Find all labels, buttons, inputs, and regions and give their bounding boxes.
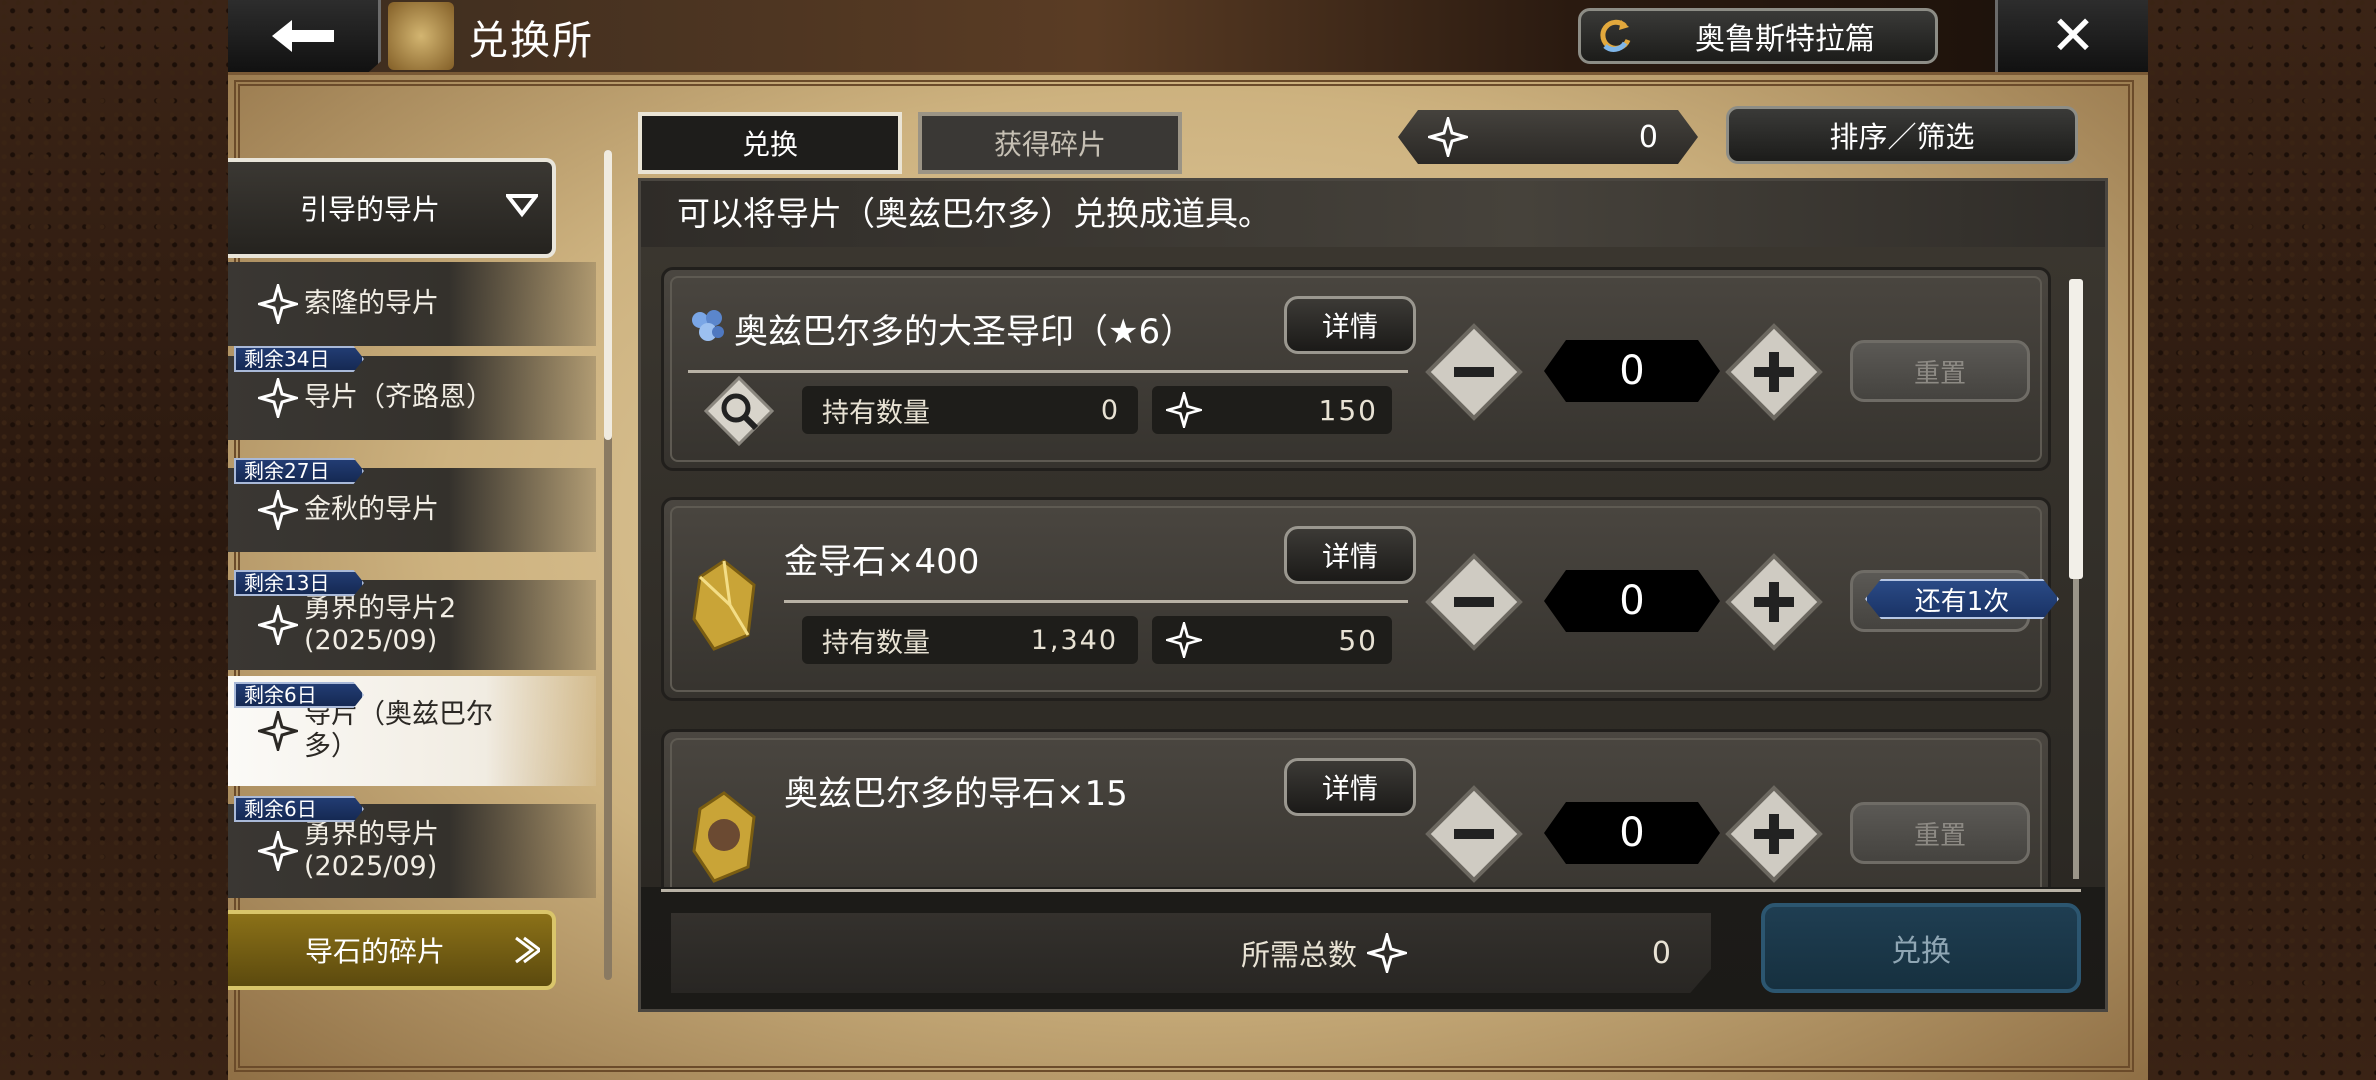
increase-button[interactable] [1724,784,1824,884]
days-remaining-badge: 剩余34日 [234,346,364,372]
held-quantity: 持有数量 1,340 [802,616,1138,664]
days-remaining-badge: 剩余6日 [234,796,364,822]
quantity-value: 0 [1544,570,1720,632]
gold-stone-icon [692,559,756,651]
sparkle-icon [258,490,298,530]
refresh-icon [1600,19,1631,52]
panel-description: 可以将导片（奥兹巴尔多）兑换成道具。 [641,181,2105,247]
sparkle-icon [258,378,298,418]
cost-value: 50 [1338,623,1378,657]
sparkle-icon [1166,622,1202,658]
back-button[interactable] [228,0,381,72]
held-label: 持有数量 [822,627,930,659]
page-title: 兑换所 [468,18,594,64]
sparkle-icon [1166,392,1202,428]
sparkle-icon [1367,933,1408,973]
exchange-emblem-icon [388,2,454,70]
total-cost-bar: 所需总数 0 [671,913,1711,993]
scrollbar-thumb[interactable] [2069,279,2083,579]
reset-button[interactable]: 重置 [1850,340,2030,402]
days-remaining-badge: 剩余27日 [234,458,364,484]
category-scrollbar[interactable] [604,150,612,980]
sparkle-icon [258,284,298,324]
left-background [0,0,228,1080]
increase-button[interactable] [1724,322,1824,422]
divider [688,370,1408,373]
portrait-stone-icon [692,791,756,883]
category-list: 引导的导片 索隆的导片 导片（齐路恩） 剩余34日 金秋的导片 剩余27日 勇界… [228,150,608,990]
sparkle-icon [258,605,298,645]
chevron-down-icon [506,194,538,218]
held-label: 持有数量 [822,397,930,429]
days-remaining-badge: 剩余6日 [234,682,364,708]
close-button[interactable]: ✕ [1995,0,2148,72]
chapter-select-button[interactable]: 奥鲁斯特拉篇 [1578,8,1938,64]
blue-crystal-icon [692,310,724,341]
sparkle-icon [258,831,298,871]
category-header-guide-shards[interactable]: 引导的导片 [228,158,556,258]
cost-value: 150 [1318,393,1378,427]
chapter-label: 奥鲁斯特拉篇 [1695,22,1875,57]
quantity-value: 0 [1544,802,1720,864]
exchange-panel: 可以将导片（奥兹巴尔多）兑换成道具。 奥兹巴尔多的大圣导印（★6） 详情 持有数… [638,178,2108,1012]
fragment-count-value: 0 [1638,119,1658,155]
sidebar-item-label: 勇界的导片2 (2025/09) [304,593,457,656]
item-cost: 50 [1152,616,1392,664]
decrease-button[interactable] [1424,322,1524,422]
sidebar-item-label: 索隆的导片 [304,288,439,319]
item-list: 奥兹巴尔多的大圣导印（★6） 详情 持有数量 0 150 0 重置 金导石×40… [641,247,2105,887]
category-footer-label: 导石的碎片 [304,935,445,968]
quantity-value: 0 [1544,340,1720,402]
sidebar-item-label: 金秋的导片 [304,494,439,525]
app-frame: 兑换所 奥鲁斯特拉篇 ✕ 引导的导片 索隆的导片 导片（齐路恩） 剩余34日 金… [228,0,2148,1080]
decrease-button[interactable] [1424,784,1524,884]
exchange-item-card: 金导石×400 详情 持有数量 1,340 50 0 [661,497,2051,701]
sidebar-item-label: 勇界的导片 (2025/09) [304,819,439,882]
divider [661,889,2081,892]
divider [784,600,1408,603]
sidebar-item-label: 导片（奥兹巴尔 多） [304,699,493,762]
detail-button[interactable]: 详情 [1284,758,1416,816]
item-name: 奥兹巴尔多的导石×15 [784,774,1128,814]
scrollbar-thumb[interactable] [604,150,612,440]
tab-get-fragments[interactable]: 获得碎片 [918,112,1182,174]
days-remaining-badge: 剩余13日 [234,570,364,596]
chevron-right-icon [515,936,540,964]
reset-button[interactable]: 重置 [1850,802,2030,864]
exchange-item-card: 奥兹巴尔多的大圣导印（★6） 详情 持有数量 0 150 0 重置 [661,267,2051,471]
increase-button[interactable] [1724,552,1824,652]
exchange-button[interactable]: 兑换 [1761,903,2081,993]
category-stone-fragments[interactable]: 导石的碎片 [228,910,556,990]
total-label: 所需总数 [1241,938,1358,972]
total-value: 0 [1651,935,1671,971]
right-background [2148,0,2376,1080]
close-icon: ✕ [2050,4,2096,67]
sparkle-icon [1428,117,1468,157]
top-bar: 兑换所 奥鲁斯特拉篇 ✕ [228,0,2148,75]
held-value: 1,340 [1030,624,1118,656]
back-arrow-icon [272,20,334,52]
fragment-count: 0 [1398,110,1698,164]
sidebar-item[interactable]: 索隆的导片 [228,262,596,346]
item-name: 金导石×400 [784,542,980,582]
decrease-button[interactable] [1424,552,1524,652]
tab-exchange[interactable]: 兑换 [638,112,902,174]
detail-button[interactable]: 详情 [1284,296,1416,354]
exchange-item-card: 奥兹巴尔多的导石×15 详情 0 重置 [661,729,2051,887]
detail-button[interactable]: 详情 [1284,526,1416,584]
remaining-count-badge: 还有1次 [1865,579,2059,619]
held-quantity: 持有数量 0 [802,386,1138,434]
item-list-scrollbar[interactable] [2069,279,2083,879]
item-name: 奥兹巴尔多的大圣导印（★6） [734,312,1195,352]
search-icon[interactable] [704,376,774,446]
category-header-label: 引导的导片 [299,193,440,226]
item-cost: 150 [1152,386,1392,434]
sidebar-item-label: 导片（齐路恩） [304,382,493,413]
held-value: 0 [1100,394,1118,426]
sparkle-icon [258,711,298,751]
sort-filter-button[interactable]: 排序／筛选 [1726,106,2078,164]
